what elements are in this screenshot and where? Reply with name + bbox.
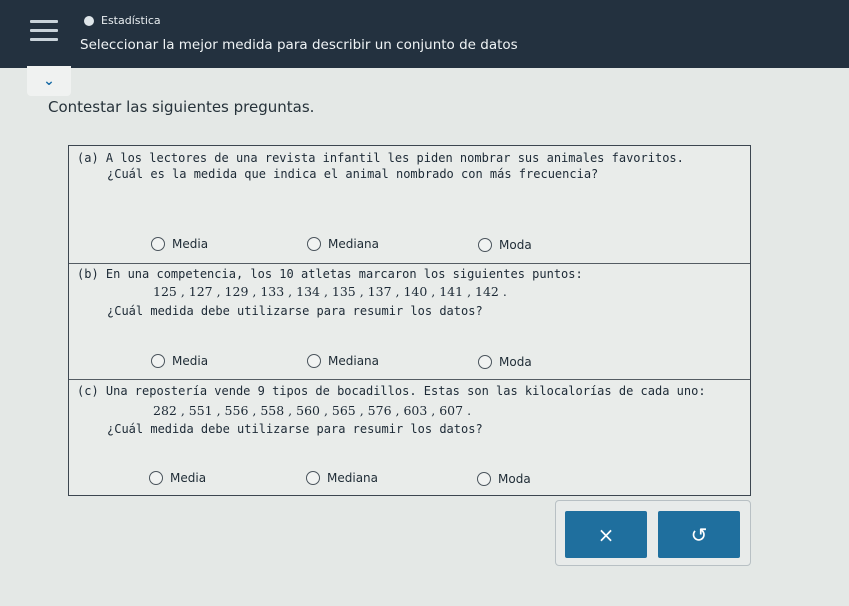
option-c-media[interactable]: Media bbox=[149, 471, 206, 485]
radio-icon bbox=[478, 355, 492, 369]
question-c-line1: (c) Una repostería vende 9 tipos de boca… bbox=[77, 384, 706, 398]
radio-icon bbox=[307, 237, 321, 251]
option-c-mediana[interactable]: Mediana bbox=[306, 471, 378, 485]
radio-icon bbox=[149, 471, 163, 485]
close-icon: × bbox=[597, 522, 615, 547]
chevron-down-icon: ⌄ bbox=[43, 73, 55, 89]
option-label: Mediana bbox=[328, 237, 379, 251]
option-label: Moda bbox=[499, 355, 532, 369]
option-label: Mediana bbox=[328, 354, 379, 368]
option-b-moda[interactable]: Moda bbox=[478, 355, 532, 369]
undo-icon: ↺ bbox=[690, 522, 708, 547]
question-c-line2: ¿Cuál medida debe utilizarse para resumi… bbox=[107, 422, 483, 436]
option-b-media[interactable]: Media bbox=[151, 354, 208, 368]
collapse-button[interactable]: ⌄ bbox=[27, 66, 71, 96]
radio-icon bbox=[307, 354, 321, 368]
option-label: Moda bbox=[499, 238, 532, 252]
question-a-line1: (a) A los lectores de una revista infant… bbox=[77, 151, 684, 165]
lesson-title: Seleccionar la mejor medida para describ… bbox=[80, 37, 518, 53]
radio-icon bbox=[151, 354, 165, 368]
question-c: (c) Una repostería vende 9 tipos de boca… bbox=[69, 380, 750, 497]
question-b-data: 125 , 127 , 129 , 133 , 134 , 135 , 137 … bbox=[153, 284, 507, 299]
question-b-line1: (b) En una competencia, los 10 atletas m… bbox=[77, 267, 583, 281]
topic-name: Estadística bbox=[101, 14, 161, 27]
option-label: Moda bbox=[498, 472, 531, 486]
option-a-mediana[interactable]: Mediana bbox=[307, 237, 379, 251]
option-a-moda[interactable]: Moda bbox=[478, 238, 532, 252]
menu-icon[interactable] bbox=[30, 20, 58, 44]
topic-dot-icon bbox=[84, 15, 94, 26]
topic-row: Estadística bbox=[84, 14, 161, 27]
question-a-line2: ¿Cuál es la medida que indica el animal … bbox=[107, 167, 599, 181]
option-label: Mediana bbox=[327, 471, 378, 485]
undo-button[interactable]: ↺ bbox=[658, 511, 740, 558]
question-c-data: 282 , 551 , 556 , 558 , 560 , 565 , 576 … bbox=[153, 403, 472, 418]
option-c-moda[interactable]: Moda bbox=[477, 472, 531, 486]
question-b: (b) En una competencia, los 10 atletas m… bbox=[69, 264, 750, 380]
radio-icon bbox=[151, 237, 165, 251]
question-a: (a) A los lectores de una revista infant… bbox=[69, 146, 750, 264]
option-label: Media bbox=[170, 471, 207, 485]
option-b-mediana[interactable]: Mediana bbox=[307, 354, 379, 368]
instructions: Contestar las siguientes preguntas. bbox=[48, 98, 315, 116]
option-a-media[interactable]: Media bbox=[151, 237, 208, 251]
option-label: Media bbox=[172, 237, 209, 251]
action-panel: × ↺ bbox=[555, 500, 751, 566]
radio-icon bbox=[478, 238, 492, 252]
top-bar: Estadística Seleccionar la mejor medida … bbox=[0, 0, 849, 68]
radio-icon bbox=[477, 472, 491, 486]
option-label: Media bbox=[172, 354, 209, 368]
question-box: (a) A los lectores de una revista infant… bbox=[68, 145, 751, 496]
question-b-line2: ¿Cuál medida debe utilizarse para resumi… bbox=[107, 304, 483, 318]
radio-icon bbox=[306, 471, 320, 485]
clear-button[interactable]: × bbox=[565, 511, 647, 558]
